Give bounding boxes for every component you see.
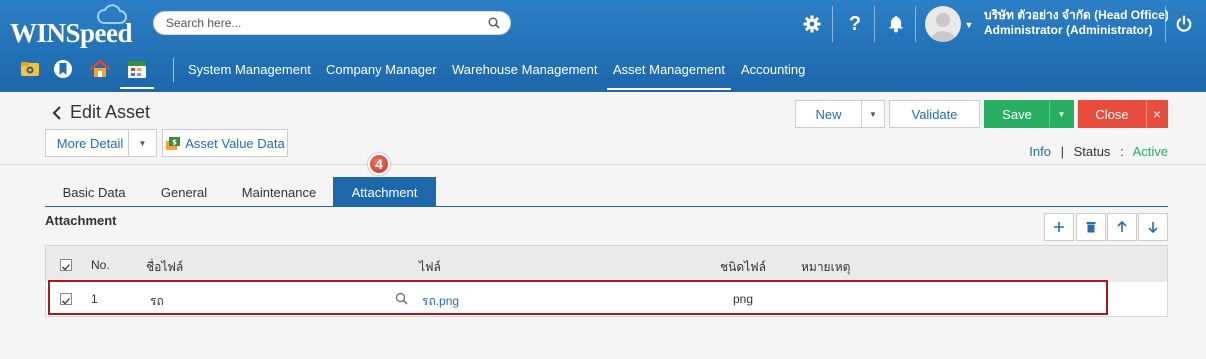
add-row-icon[interactable] — [1044, 213, 1074, 241]
back-chevron-icon[interactable] — [52, 105, 62, 120]
user-avatar[interactable] — [925, 6, 961, 42]
header-divider — [915, 6, 916, 42]
new-button[interactable]: New — [795, 100, 862, 128]
close-x-icon[interactable]: × — [1146, 100, 1168, 128]
caret-down-icon[interactable]: ▼ — [128, 130, 156, 156]
bookmark-icon[interactable] — [53, 59, 73, 79]
menu-divider — [173, 58, 174, 82]
home-icon[interactable] — [90, 59, 110, 79]
column-no[interactable]: No. — [91, 258, 110, 272]
new-options-caret-icon[interactable]: ▼ — [861, 100, 885, 128]
menu-accounting[interactable]: Accounting — [741, 62, 805, 77]
header-divider — [832, 6, 833, 42]
new-button-label: New — [815, 106, 842, 122]
menu-system-management[interactable]: System Management — [188, 62, 311, 77]
status-value: Active — [1132, 144, 1168, 159]
tab-basic-data[interactable]: Basic Data — [52, 177, 136, 207]
tab-attachment[interactable]: Attachment — [333, 177, 436, 207]
step-badge: 4 — [368, 153, 390, 175]
user-info[interactable]: บริษัท ตัวอย่าง จำกัด (Head Office) Admi… — [984, 8, 1169, 38]
header-divider — [874, 6, 875, 42]
validate-button[interactable]: Validate — [889, 100, 980, 128]
asset-value-data-button[interactable]: $ Asset Value Data — [162, 129, 288, 157]
folder-icon[interactable] — [20, 59, 40, 79]
asset-value-icon: $ — [166, 137, 181, 150]
select-all-checkbox[interactable] — [60, 259, 72, 271]
close-button[interactable]: Close — [1078, 100, 1146, 128]
header-rule — [0, 164, 1206, 165]
user-menu-chevron-icon[interactable]: ▼ — [964, 12, 974, 38]
save-options-caret-icon[interactable]: ▼ — [1049, 100, 1074, 128]
search-icon[interactable] — [488, 17, 500, 29]
info-separator: | — [1060, 144, 1064, 159]
row-highlight-box — [48, 280, 1108, 315]
header-divider — [1165, 6, 1166, 42]
attachment-section-title: Attachment — [45, 213, 117, 228]
save-button[interactable]: Save — [984, 100, 1050, 128]
search-input[interactable] — [154, 12, 474, 34]
column-filename[interactable]: ชื่อไฟล์ — [146, 258, 183, 277]
more-detail-label: More Detail — [56, 135, 124, 151]
svg-text:$: $ — [172, 139, 177, 147]
move-down-arrow-icon[interactable] — [1138, 213, 1168, 241]
help-icon[interactable]: ? — [845, 11, 865, 37]
search-box[interactable] — [153, 11, 511, 35]
page-title: Edit Asset — [52, 102, 150, 123]
power-logout-icon[interactable] — [1173, 11, 1195, 37]
menu-warehouse-management[interactable]: Warehouse Management — [452, 62, 598, 77]
column-filetype[interactable]: ชนิดไฟล์ — [720, 258, 766, 277]
column-file[interactable]: ไฟล์ — [419, 258, 441, 277]
page-title-text: Edit Asset — [70, 102, 151, 122]
close-button-label: Close — [1095, 106, 1129, 122]
status-colon: : — [1120, 144, 1124, 159]
quick-icon-active-indicator — [120, 87, 154, 89]
top-header: WINSpeed ? — [0, 0, 1206, 92]
menu-company-manager[interactable]: Company Manager — [326, 62, 437, 77]
tab-maintenance[interactable]: Maintenance — [232, 177, 326, 207]
tab-underline — [45, 206, 1168, 207]
check-icon — [62, 264, 70, 271]
grid-header: No. ชื่อไฟล์ ไฟล์ ชนิดไฟล์ หมายเหตุ — [46, 246, 1167, 282]
company-name: บริษัท ตัวอย่าง จำกัด (Head Office) — [984, 8, 1169, 22]
cloud-logo-icon — [97, 4, 127, 24]
validate-button-label: Validate — [911, 106, 958, 122]
status-line: Info | Status : Active — [1029, 144, 1168, 159]
menu-asset-management[interactable]: Asset Management — [606, 62, 732, 90]
info-link[interactable]: Info — [1029, 144, 1051, 159]
notification-bell-icon[interactable] — [885, 11, 907, 37]
calendar-icon[interactable] — [127, 59, 147, 79]
column-remark[interactable]: หมายเหตุ — [801, 258, 850, 277]
save-button-label: Save — [1002, 106, 1032, 122]
user-name: Administrator (Administrator) — [984, 23, 1153, 37]
status-label: Status — [1073, 144, 1111, 159]
settings-gear-icon[interactable] — [801, 11, 823, 37]
more-detail-dropdown[interactable]: More Detail ▼ — [45, 129, 157, 157]
main-menu-bar: System Management Company Manager Wareho… — [0, 48, 1206, 92]
asset-value-label: Asset Value Data — [185, 135, 285, 151]
move-up-arrow-icon[interactable] — [1107, 213, 1137, 241]
delete-trash-icon[interactable] — [1076, 213, 1106, 241]
tab-general[interactable]: General — [146, 177, 222, 207]
